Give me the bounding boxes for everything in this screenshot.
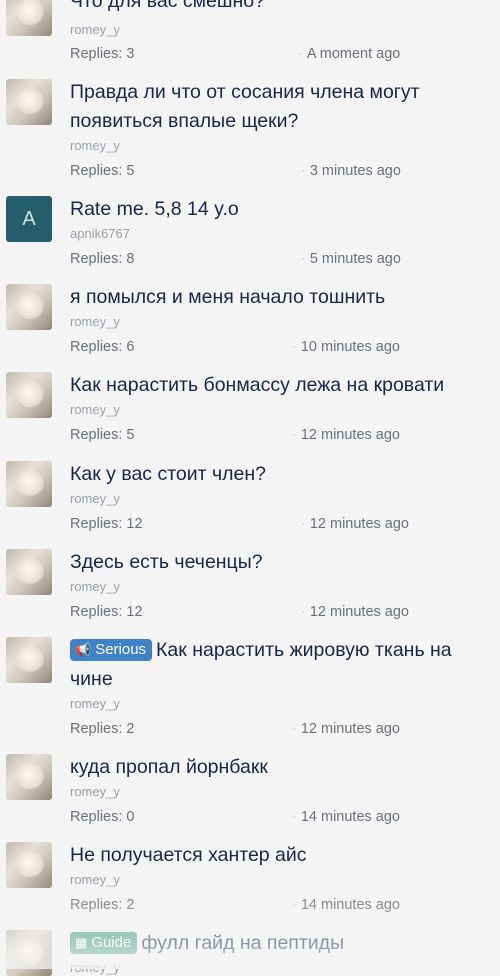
thread-time[interactable]: 12 minutes ago — [292, 427, 400, 443]
document-icon: ▦ — [75, 935, 88, 950]
reply-count: Replies: 0 — [70, 809, 135, 825]
thread-time[interactable]: 12 minutes ago — [292, 721, 400, 737]
megaphone-icon: 📢 — [75, 642, 92, 657]
user-avatar[interactable] — [6, 637, 52, 683]
dog-avatar-image — [16, 939, 44, 965]
reply-count: Replies: 5 — [70, 427, 135, 443]
reply-count: Replies: 5 — [70, 163, 135, 179]
thread-author[interactable]: romey_y — [70, 579, 120, 594]
guide-prefix-badge[interactable]: ▦ Guide — [70, 932, 138, 954]
user-avatar[interactable] — [6, 79, 52, 125]
thread-title[interactable]: Не получается хантер айс — [70, 841, 492, 870]
prefix-label: Guide — [91, 934, 132, 951]
thread-author[interactable]: romey_y — [70, 784, 120, 799]
thread-title-wrap[interactable]: 📢 Serious Как нарастить жировую ткань на ч… — [70, 636, 492, 694]
thread-title[interactable]: Как нарастить бонмассу лежа на кровати — [70, 371, 492, 400]
thread-time[interactable]: A moment ago — [298, 46, 401, 62]
thread-time[interactable]: 14 minutes ago — [292, 809, 400, 825]
user-avatar[interactable] — [6, 842, 52, 888]
thread-time[interactable]: 12 minutes ago — [301, 516, 409, 532]
thread-title[interactable]: Правда ли что от сосания члена могут поя… — [70, 78, 492, 136]
thread-author[interactable]: romey_y — [70, 138, 120, 153]
reply-count: Replies: 2 — [70, 897, 135, 913]
reply-count: Replies: 6 — [70, 339, 135, 355]
thread-author[interactable]: apnik6767 — [70, 226, 130, 241]
thread-time[interactable]: 10 minutes ago — [292, 339, 400, 355]
thread-time[interactable]: 5 minutes ago — [301, 251, 401, 267]
user-avatar[interactable] — [6, 754, 52, 800]
thread-author[interactable]: romey_y — [70, 872, 120, 887]
dog-avatar-image — [16, 0, 44, 25]
dog-avatar-image — [16, 381, 44, 407]
thread-title[interactable]: я помылся и меня начало тошнить — [70, 283, 492, 312]
thread-time[interactable]: 12 minutes ago — [301, 604, 409, 620]
thread-title[interactable]: Здесь есть чеченцы? — [70, 548, 492, 577]
prefix-label: Serious — [95, 641, 147, 658]
thread-author[interactable]: romey_y — [70, 696, 120, 711]
thread-title[interactable]: куда пропал йорнбакк — [70, 753, 492, 782]
dog-avatar-image — [16, 851, 44, 877]
user-avatar[interactable] — [6, 930, 52, 976]
thread-author[interactable]: romey_y — [70, 491, 120, 506]
serious-prefix-badge[interactable]: 📢 Serious — [70, 639, 153, 661]
dog-avatar-image — [16, 646, 44, 672]
thread-title[interactable]: Как у вас стоит член? — [70, 460, 492, 489]
dog-avatar-image — [16, 470, 44, 496]
thread-author[interactable]: romey_y — [70, 314, 120, 329]
thread-author[interactable]: romey_y — [70, 960, 120, 975]
thread-time[interactable]: 14 minutes ago — [292, 897, 400, 913]
user-avatar[interactable] — [6, 372, 52, 418]
dog-avatar-image — [16, 558, 44, 584]
thread-author[interactable]: romey_y — [70, 22, 120, 37]
reply-count: Replies: 12 — [70, 604, 143, 620]
user-avatar[interactable]: A — [6, 196, 52, 242]
thread-title-wrap[interactable]: ▦ Guide фулл гайд на пептиды — [70, 929, 492, 958]
thread-author[interactable]: romey_y — [70, 402, 120, 417]
user-avatar[interactable] — [6, 549, 52, 595]
dog-avatar-image — [16, 293, 44, 319]
user-avatar[interactable] — [6, 0, 52, 36]
user-avatar[interactable] — [6, 284, 52, 330]
dog-avatar-image — [16, 88, 44, 114]
reply-count: Replies: 8 — [70, 251, 135, 267]
thread-title[interactable]: Что для вас смешно? — [70, 0, 492, 16]
thread-title[interactable]: фулл гайд на пептиды — [141, 932, 344, 954]
user-avatar[interactable] — [6, 461, 52, 507]
reply-count: Replies: 2 — [70, 721, 135, 737]
thread-time[interactable]: 3 minutes ago — [301, 163, 401, 179]
dog-avatar-image — [16, 763, 44, 789]
reply-count: Replies: 12 — [70, 516, 143, 532]
reply-count: Replies: 3 — [70, 46, 135, 62]
thread-title[interactable]: Rate me. 5,8 14 y.o — [70, 195, 492, 224]
